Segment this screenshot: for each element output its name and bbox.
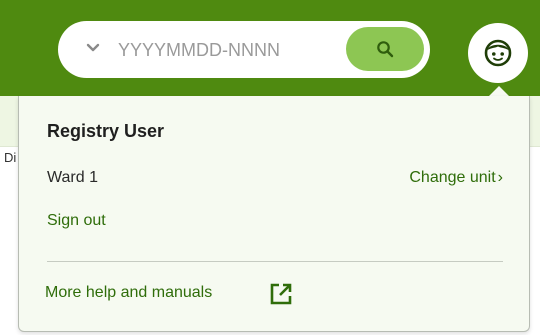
partial-label: Di xyxy=(4,150,17,165)
search-button[interactable] xyxy=(346,27,424,71)
sign-out-link[interactable]: Sign out xyxy=(47,212,106,230)
user-menu-button[interactable] xyxy=(468,23,528,83)
help-link-label: More help and manuals xyxy=(45,284,213,301)
user-menu-panel: Registry User Ward 1 Change unit › Sign o… xyxy=(18,96,530,332)
change-unit-link[interactable]: Change unit › xyxy=(409,169,503,187)
app-header xyxy=(0,0,540,96)
user-avatar-icon xyxy=(484,39,512,67)
divider xyxy=(47,261,503,262)
chevron-down-icon[interactable] xyxy=(84,39,102,57)
change-unit-label: Change unit xyxy=(409,169,496,186)
external-link-icon xyxy=(270,283,292,305)
menu-pointer xyxy=(489,86,509,96)
search-icon xyxy=(377,41,394,58)
user-name: Registry User xyxy=(47,121,165,141)
search-input[interactable] xyxy=(116,35,350,65)
current-unit: Ward 1 xyxy=(47,169,98,186)
patient-search-bar xyxy=(58,21,430,78)
help-manuals-link[interactable]: More help and manuals xyxy=(45,283,292,305)
chevron-right-icon: › xyxy=(497,169,503,186)
